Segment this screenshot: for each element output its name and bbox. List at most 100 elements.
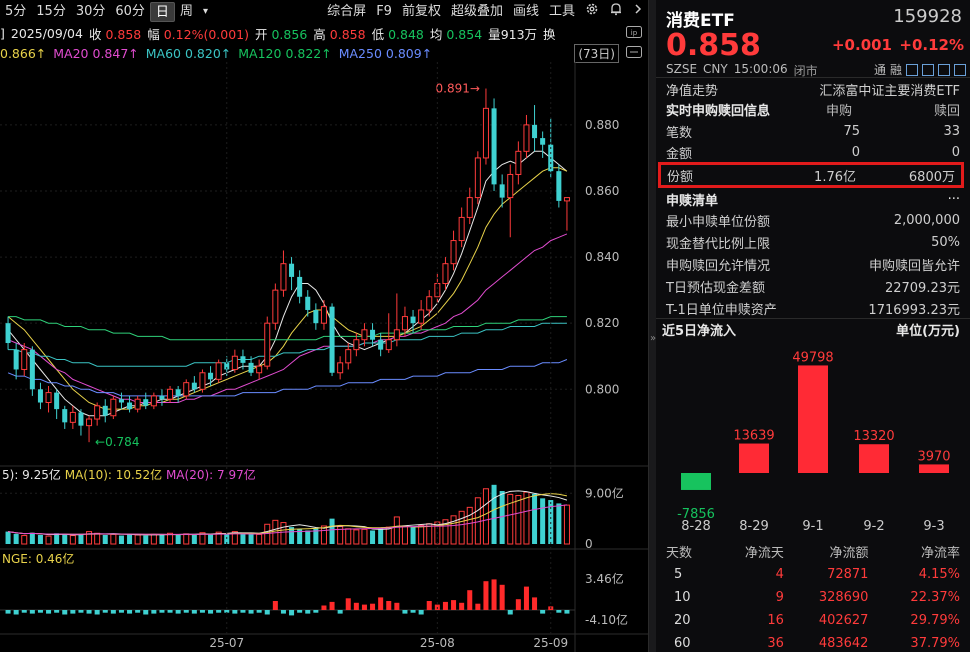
tool-f9[interactable]: F9 bbox=[371, 2, 397, 22]
candle[interactable] bbox=[78, 409, 83, 435]
candle[interactable] bbox=[70, 406, 75, 429]
candle-body bbox=[500, 184, 505, 197]
flow-table-row[interactable]: 201640262729.79% bbox=[656, 609, 970, 632]
candle[interactable] bbox=[38, 383, 43, 409]
gear-icon[interactable] bbox=[580, 2, 604, 22]
netflow-bar bbox=[739, 444, 769, 473]
candle[interactable] bbox=[492, 98, 497, 191]
kline-chart[interactable]: 0.8800.8600.8400.8200.8000.891→←0.7845):… bbox=[0, 62, 648, 652]
netflow-value-label: 49798 bbox=[792, 350, 833, 365]
candle-body bbox=[346, 350, 351, 363]
candle[interactable] bbox=[313, 303, 318, 329]
candle[interactable] bbox=[62, 406, 67, 429]
flow-header-cell: 净流天 bbox=[717, 540, 783, 563]
candle[interactable] bbox=[330, 303, 335, 376]
settings-small-icon[interactable] bbox=[626, 46, 642, 61]
candle[interactable] bbox=[159, 389, 164, 406]
candle[interactable] bbox=[151, 393, 156, 410]
candle[interactable] bbox=[232, 350, 237, 373]
candle[interactable] bbox=[111, 396, 116, 419]
volume-bar bbox=[265, 524, 270, 544]
candle[interactable] bbox=[475, 151, 480, 204]
candle[interactable] bbox=[467, 188, 472, 224]
period-30min[interactable]: 30分 bbox=[71, 2, 111, 22]
tool-super-overlay[interactable]: 超级叠加 bbox=[446, 2, 508, 22]
candle[interactable] bbox=[508, 165, 513, 238]
candle[interactable] bbox=[95, 403, 100, 426]
candle[interactable] bbox=[184, 379, 189, 399]
candle[interactable] bbox=[564, 198, 569, 231]
candle[interactable] bbox=[346, 343, 351, 369]
candle[interactable] bbox=[46, 386, 51, 412]
days-badge[interactable]: (73日) bbox=[574, 44, 619, 63]
tool-tools[interactable]: 工具 bbox=[544, 2, 580, 22]
info-edit-icon[interactable]: ip bbox=[626, 26, 642, 41]
period-5min[interactable]: 5分 bbox=[0, 2, 31, 22]
period-60min[interactable]: 60分 bbox=[110, 2, 150, 22]
candle[interactable] bbox=[135, 396, 140, 413]
candle[interactable] bbox=[524, 115, 529, 158]
expand-icon[interactable] bbox=[954, 64, 966, 76]
candle[interactable] bbox=[54, 389, 59, 419]
candle[interactable] bbox=[297, 270, 302, 303]
candle[interactable] bbox=[321, 300, 326, 330]
bell-icon[interactable] bbox=[604, 2, 628, 22]
candle[interactable] bbox=[103, 399, 108, 422]
candle[interactable] bbox=[87, 416, 92, 442]
flow-table-row[interactable]: 54728714.15% bbox=[656, 563, 970, 586]
change-bar bbox=[159, 610, 164, 613]
candle[interactable] bbox=[273, 284, 278, 330]
candle-body bbox=[216, 363, 221, 380]
candle[interactable] bbox=[483, 89, 488, 165]
candle[interactable] bbox=[540, 131, 545, 157]
candle[interactable] bbox=[451, 231, 456, 271]
candle[interactable] bbox=[394, 293, 399, 346]
candle[interactable] bbox=[257, 360, 262, 380]
tool-composite-screen[interactable]: 综合屏 bbox=[322, 2, 371, 22]
change-bar bbox=[402, 610, 407, 614]
row-sell: 6800万 bbox=[909, 166, 955, 185]
grid-icon[interactable] bbox=[938, 64, 950, 76]
candle[interactable] bbox=[338, 356, 343, 379]
candle[interactable] bbox=[556, 165, 561, 208]
list-row-label: T-1日单位申赎资产 bbox=[666, 299, 777, 318]
candle[interactable] bbox=[127, 396, 132, 413]
list-icon[interactable] bbox=[922, 64, 934, 76]
candle[interactable] bbox=[30, 346, 35, 396]
period-15min[interactable]: 15分 bbox=[31, 2, 71, 22]
candle[interactable] bbox=[143, 393, 148, 410]
high-value: 0.858 bbox=[330, 27, 366, 42]
candle[interactable] bbox=[427, 290, 432, 316]
candle[interactable] bbox=[532, 105, 537, 151]
tool-forward-adjust[interactable]: 前复权 bbox=[397, 2, 446, 22]
list-more-icon[interactable]: ··· bbox=[948, 192, 960, 207]
candle[interactable] bbox=[443, 257, 448, 290]
change-bar bbox=[192, 610, 197, 614]
change-bar bbox=[330, 602, 335, 610]
candle[interactable] bbox=[289, 257, 294, 290]
candle[interactable] bbox=[459, 208, 464, 248]
candle[interactable] bbox=[14, 343, 19, 379]
candle[interactable] bbox=[6, 317, 11, 350]
chevron-right-icon[interactable] bbox=[628, 2, 648, 22]
change-bar bbox=[87, 610, 92, 614]
candle[interactable] bbox=[216, 360, 221, 383]
candle-body bbox=[257, 366, 262, 373]
period-week[interactable]: 周 bbox=[175, 2, 198, 22]
candle[interactable] bbox=[265, 317, 270, 370]
flow-table-row[interactable]: 10932869022.37% bbox=[656, 586, 970, 609]
netflow-bar bbox=[681, 473, 711, 490]
nav-row[interactable]: 净值走势 汇添富中证主要消费ETF bbox=[656, 79, 970, 99]
candle[interactable] bbox=[200, 369, 205, 392]
candle[interactable] bbox=[176, 386, 181, 403]
candle[interactable] bbox=[516, 141, 521, 184]
flow-table-row[interactable]: 603648364237.79% bbox=[656, 632, 970, 652]
ma250-value: 0.809↑ bbox=[386, 46, 432, 61]
period-dropdown-icon[interactable]: ▾ bbox=[198, 2, 213, 22]
change-bar bbox=[6, 610, 11, 614]
tool-draw-line[interactable]: 画线 bbox=[508, 2, 544, 22]
panel-splitter[interactable]: » bbox=[648, 0, 656, 652]
edit-icon[interactable] bbox=[906, 64, 918, 76]
period-day[interactable]: 日 bbox=[150, 2, 175, 22]
tag-margin: 融 bbox=[890, 61, 902, 78]
